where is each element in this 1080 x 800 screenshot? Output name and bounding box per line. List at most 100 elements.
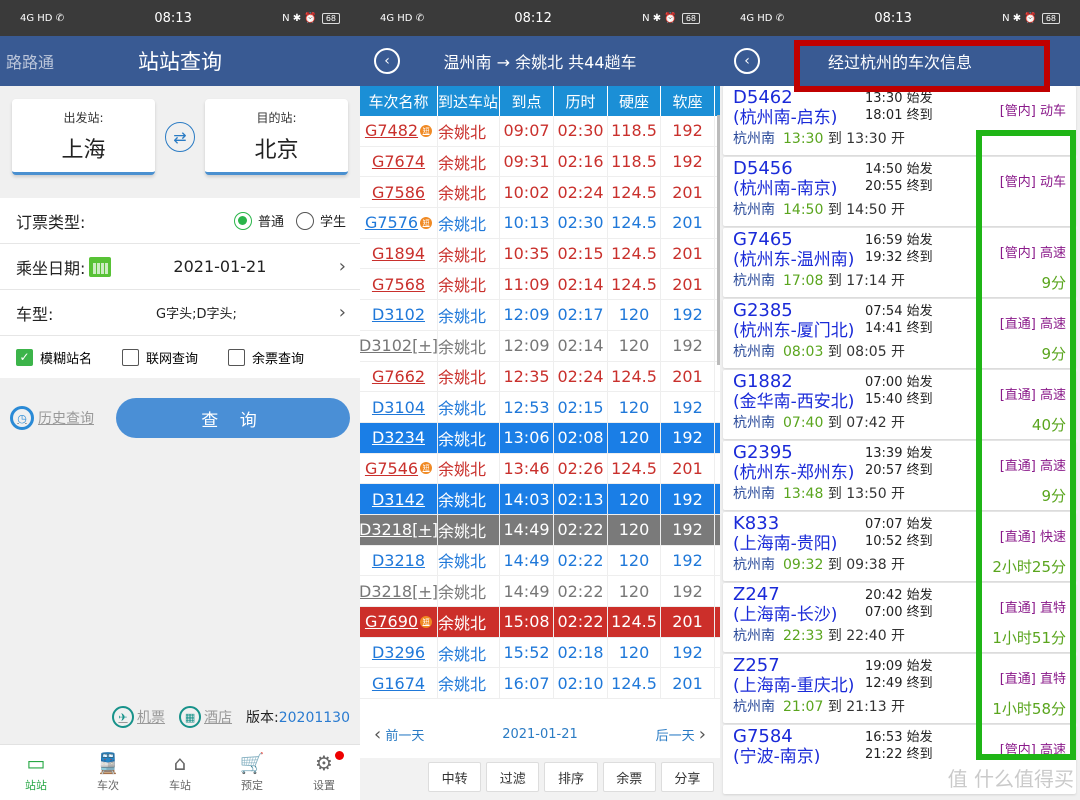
checkbox-online-query[interactable]: 联网查询	[122, 348, 198, 367]
table-row[interactable]: D3142 余姚北 14:03 02:13 120 192	[360, 484, 720, 515]
cell-train[interactable]: D3102[+]	[360, 330, 438, 361]
cell-arrive: 14:49	[500, 545, 554, 576]
cell-train[interactable]: D3218[+]	[360, 576, 438, 606]
tab-station[interactable]: ⌂ 车站	[144, 745, 216, 800]
from-station-field[interactable]: 出发站: 上海	[12, 99, 155, 175]
short-trip-badge-icon: 短	[420, 462, 433, 475]
cell-train[interactable]: G7586	[360, 177, 438, 208]
to-station-value: 北京	[254, 138, 299, 163]
cell-train[interactable]: D3142	[360, 484, 438, 514]
cell-train[interactable]: D3104	[360, 392, 438, 422]
table-row[interactable]: D3296 余姚北 15:52 02:18 120 192	[360, 637, 720, 669]
table-row[interactable]: D3102 余姚北 12:09 02:17 120 192	[360, 300, 720, 331]
table-row[interactable]: D3218[+] 余姚北 14:49 02:22 120 192	[360, 514, 720, 546]
cell-train[interactable]: G7568	[360, 269, 438, 300]
cell-duration: 02:15	[554, 392, 608, 422]
tab-settings[interactable]: ⚙ 设置	[288, 745, 360, 800]
share-button[interactable]: 分享	[660, 762, 715, 792]
column-header[interactable]: 软座	[661, 86, 715, 116]
cell-station: 余姚北	[438, 208, 500, 238]
cell-soft: 201	[661, 269, 715, 300]
radio-unchecked-icon	[295, 211, 314, 230]
swap-stations-icon[interactable]: ⇄	[165, 122, 195, 152]
column-header[interactable]: 到达车站	[438, 86, 500, 116]
cell-train[interactable]: G7482 短	[360, 116, 438, 146]
table-row[interactable]: D3234 余姚北 13:06 02:08 120 192	[360, 422, 720, 454]
cell-train[interactable]: G1894	[360, 238, 438, 269]
back-icon[interactable]: ‹	[374, 48, 400, 74]
bottom-tab-bar: ▭ 站站 🚆 车次 ⌂ 车站 🛒 预定 ⚙ 设置	[0, 744, 360, 800]
flight-link[interactable]: ✈ 机票	[112, 706, 165, 728]
back-icon[interactable]: ‹	[734, 48, 760, 74]
cell-arrive: 14:49	[500, 576, 554, 606]
table-row[interactable]: G7568 余姚北 11:09 02:14 124.5 201	[360, 269, 720, 301]
table-row[interactable]: D3104 余姚北 12:53 02:15 120 192	[360, 392, 720, 423]
cell-station: 余姚北	[438, 422, 500, 453]
date-row[interactable]: 乘坐日期: 2021-01-21 ›	[0, 244, 360, 290]
table-row[interactable]: G1674 余姚北 16:07 02:10 124.5 201	[360, 668, 720, 700]
table-row[interactable]: G7674 余姚北 09:31 02:16 118.5 192	[360, 146, 720, 178]
cell-station: 余姚北	[438, 300, 500, 330]
column-header[interactable]: 硬座	[608, 86, 661, 116]
cell-train[interactable]: G7662	[360, 361, 438, 392]
chevron-right-icon: ›	[698, 723, 706, 745]
tab-station-to-station[interactable]: ▭ 站站	[0, 745, 72, 800]
title-highlight-box	[794, 40, 1050, 92]
cell-duration: 02:08	[554, 422, 608, 453]
tab-booking[interactable]: 🛒 预定	[216, 745, 288, 800]
cell-train[interactable]: D3218	[360, 545, 438, 576]
cell-arrive: 12:09	[500, 300, 554, 330]
table-row[interactable]: G1894 余姚北 10:35 02:15 124.5 201	[360, 238, 720, 270]
cell-train[interactable]: G7576 短	[360, 208, 438, 238]
table-row[interactable]: D3102[+] 余姚北 12:09 02:14 120 192	[360, 330, 720, 362]
table-row[interactable]: G7546 短余姚北 13:46 02:26 124.5 201	[360, 453, 720, 485]
train-times: 13:39 始发 20:57 终到	[865, 446, 933, 478]
train-type-row[interactable]: 车型: G字头;D字头; ›	[0, 290, 360, 336]
cell-train[interactable]: G7690 短	[360, 607, 438, 637]
cell-train[interactable]: G7674	[360, 146, 438, 177]
cell-soft: 201	[661, 238, 715, 269]
cell-duration: 02:30	[554, 116, 608, 146]
radio-student[interactable]: 学生	[295, 211, 346, 230]
train-list-screen: 4G HD ✆ 08:12 N ✱ ⏰ 68 ‹ 温州南 → 余姚北 共44趟车 …	[360, 0, 720, 800]
history-link[interactable]: ◷ 历史查询	[10, 406, 116, 430]
prev-day-button[interactable]: ‹ 前一天	[374, 724, 424, 745]
cell-station: 余姚北	[438, 668, 500, 699]
table-row[interactable]: G7576 短余姚北 10:13 02:30 124.5 201	[360, 208, 720, 239]
table-row[interactable]: G7482 短余姚北 09:07 02:30 118.5 192	[360, 116, 720, 147]
radio-normal[interactable]: 普通	[233, 211, 284, 230]
cell-train[interactable]: D3234	[360, 422, 438, 453]
cell-train[interactable]: D3102	[360, 300, 438, 330]
column-header[interactable]: 历时	[554, 86, 608, 116]
status-bar: 4G HD ✆ 08:13 N ✱ ⏰ 68	[0, 0, 360, 36]
cell-duration: 02:24	[554, 361, 608, 392]
cell-train[interactable]: G7546 短	[360, 453, 438, 484]
cell-arrive: 14:49	[500, 514, 554, 545]
hotel-link[interactable]: ▦ 酒店	[179, 706, 232, 728]
table-row[interactable]: G7586 余姚北 10:02 02:24 124.5 201	[360, 177, 720, 209]
checkbox-remaining-tickets[interactable]: 余票查询	[228, 348, 304, 367]
cell-duration: 02:26	[554, 453, 608, 484]
table-row[interactable]: G7662 余姚北 12:35 02:24 124.5 201	[360, 361, 720, 393]
remaining-tickets-button[interactable]: 余票	[602, 762, 656, 792]
current-date[interactable]: 2021-01-21	[502, 727, 578, 742]
sort-button[interactable]: 排序	[544, 762, 598, 792]
to-station-field[interactable]: 目的站: 北京	[205, 99, 348, 175]
checkbox-fuzzy-name[interactable]: ✓ 模糊站名	[16, 348, 92, 367]
cell-train[interactable]: D3296	[360, 637, 438, 668]
next-day-button[interactable]: 后一天 ›	[656, 724, 706, 745]
table-row[interactable]: D3218 余姚北 14:49 02:22 120 192	[360, 545, 720, 577]
cell-train[interactable]: G1674	[360, 668, 438, 699]
table-row[interactable]: D3218[+] 余姚北 14:49 02:22 120 192	[360, 576, 720, 607]
cell-hard: 124.5	[608, 177, 661, 208]
signal-icons: 4G HD ✆	[740, 12, 785, 24]
battery-icon: 68	[321, 12, 340, 24]
column-header[interactable]: 车次名称	[360, 86, 438, 116]
transfer-button[interactable]: 中转	[428, 762, 482, 792]
query-button[interactable]: 查 询	[116, 398, 350, 438]
column-header[interactable]: 到点	[500, 86, 554, 116]
cell-train[interactable]: D3218[+]	[360, 514, 438, 545]
tab-train[interactable]: 🚆 车次	[72, 745, 144, 800]
filter-button[interactable]: 过滤	[486, 762, 540, 792]
table-row[interactable]: G7690 短余姚北 15:08 02:22 124.5 201	[360, 607, 720, 638]
